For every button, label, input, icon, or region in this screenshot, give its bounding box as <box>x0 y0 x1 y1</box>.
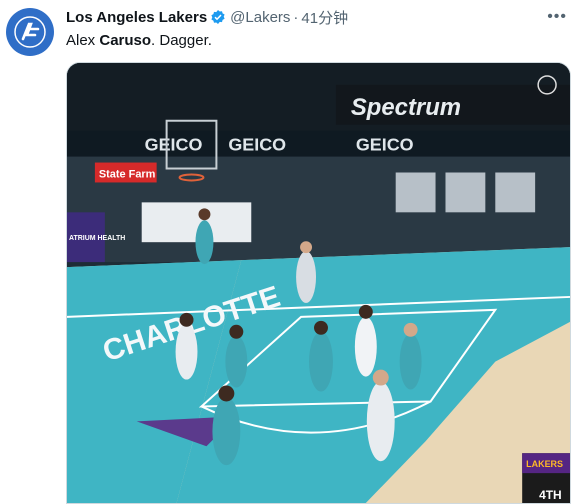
text-suffix: . Dagger. <box>151 32 212 49</box>
sponsor-board-1: GEICO <box>145 135 203 155</box>
sponsor-board-3: GEICO <box>356 135 414 155</box>
tweet-header: Los Angeles Lakers @Lakers · 41分钟 ••• <box>66 6 567 28</box>
separator-dot: · <box>293 8 299 26</box>
verified-badge-icon <box>211 10 225 24</box>
more-options-icon[interactable]: ••• <box>547 8 567 26</box>
video-frame: Spectrum GEICO GEICO GEICO State Farm AT… <box>67 63 570 503</box>
text-bold-name[interactable]: Caruso <box>99 32 151 49</box>
tweet-video[interactable]: Spectrum GEICO GEICO GEICO State Farm AT… <box>66 62 571 504</box>
text-prefix: Alex <box>66 32 100 49</box>
avatar[interactable] <box>6 8 54 56</box>
sponsor-board-2: GEICO <box>228 135 286 155</box>
author-handle[interactable]: @Lakers <box>230 9 290 26</box>
quarter-indicator: 4TH <box>539 488 562 502</box>
tweet-timestamp[interactable]: 41分钟 <box>301 7 348 28</box>
tweet-text: Alex Caruso. Dagger. <box>66 32 212 49</box>
author-name[interactable]: Los Angeles Lakers <box>66 9 207 26</box>
sponsor-state-farm: State Farm <box>99 168 156 180</box>
lakers-logo-icon <box>14 16 46 48</box>
arena-sign: Spectrum <box>351 94 461 121</box>
score-team: LAKERS <box>526 459 563 469</box>
sponsor-atrium: ATRIUM HEALTH <box>69 235 125 242</box>
